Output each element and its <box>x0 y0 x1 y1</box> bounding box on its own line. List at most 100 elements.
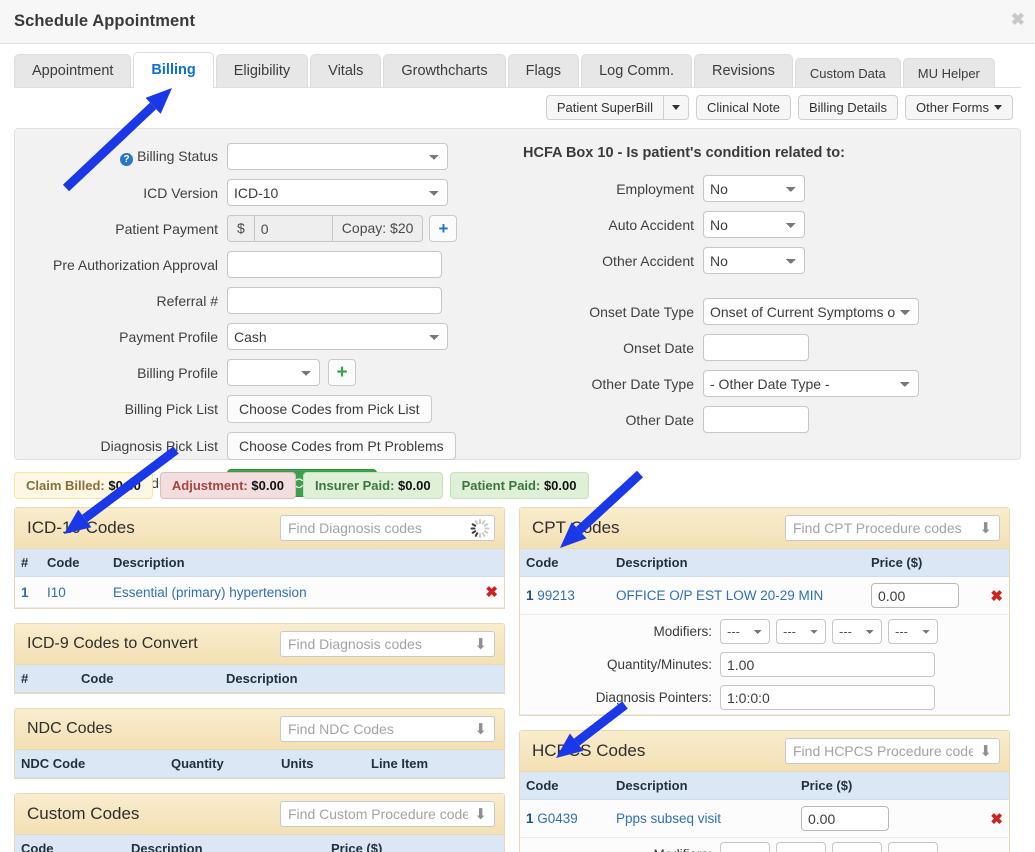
cpt-pointers-label: Diagnosis Pointers: <box>595 690 712 705</box>
dropdown-arrow-icon[interactable]: ⬇ <box>474 721 487 738</box>
icd9-search-box[interactable]: ⬇ <box>280 631 495 657</box>
tab-billing[interactable]: Billing <box>133 52 214 88</box>
table-header-row: Code Description Price ($) <box>520 772 1009 800</box>
cpt-modifier-3-select[interactable]: --- <box>832 619 882 644</box>
field-employment: Employment No <box>513 175 1008 202</box>
hcpcs-search-input[interactable] <box>786 739 999 763</box>
other-date-input[interactable] <box>703 406 809 433</box>
field-referral: Referral # <box>27 287 497 314</box>
other-accident-select[interactable]: No <box>703 247 805 274</box>
custom-search-box[interactable]: ⬇ <box>280 801 495 827</box>
icd10-search-input[interactable] <box>281 516 494 540</box>
cpt-modifier-1-select[interactable]: --- <box>720 619 770 644</box>
row-code[interactable]: 1 99213 <box>520 576 610 615</box>
employment-select[interactable]: No <box>703 175 805 202</box>
tab-vitals[interactable]: Vitals <box>310 54 382 88</box>
tab-revisions[interactable]: Revisions <box>694 54 793 88</box>
form-toolbar: Patient SuperBill Clinical Note Billing … <box>0 88 1035 128</box>
tab-eligibility[interactable]: Eligibility <box>215 54 309 88</box>
tab-mu-helper[interactable]: MU Helper <box>902 58 995 88</box>
row-number: 1 <box>15 576 41 608</box>
dropdown-arrow-icon[interactable]: ⬇ <box>474 806 487 823</box>
help-icon[interactable]: ? <box>120 152 134 166</box>
close-icon[interactable]: ✖ <box>1011 11 1025 28</box>
tab-appointment[interactable]: Appointment <box>14 54 132 88</box>
hcpcs-modifier-4-select[interactable]: --- <box>888 842 938 852</box>
delete-row-icon[interactable]: ✖ <box>990 811 1003 828</box>
row-code[interactable]: I10 <box>41 576 107 608</box>
icd-version-select[interactable]: ICD-10 <box>227 179 448 206</box>
cpt-panel-header: CPT Codes ⬇ <box>520 508 1009 549</box>
pre-auth-input[interactable] <box>227 251 442 278</box>
delete-row-icon[interactable]: ✖ <box>485 584 498 601</box>
billing-profile-select[interactable] <box>227 359 320 386</box>
payment-profile-select[interactable]: Cash <box>227 323 448 350</box>
auto-accident-select[interactable]: No <box>703 211 805 238</box>
row-code[interactable]: 1 G0439 <box>520 799 610 838</box>
icd10-search-box[interactable] <box>280 515 495 541</box>
onset-date-type-select[interactable]: Onset of Current Symptoms o <box>703 298 919 325</box>
hcpcs-modifier-1-select[interactable]: --- <box>720 842 770 852</box>
table-row[interactable]: 1 I10 Essential (primary) hypertension ✖ <box>15 576 504 608</box>
row-description[interactable]: OFFICE O/P EST LOW 20-29 MIN <box>610 576 865 615</box>
referral-input[interactable] <box>227 287 442 314</box>
cpt-search-input[interactable] <box>786 516 999 540</box>
dropdown-arrow-icon[interactable]: ⬇ <box>979 743 992 760</box>
hcpcs-modifier-2-select[interactable]: --- <box>776 842 826 852</box>
choose-codes-pick-list-button[interactable]: Choose Codes from Pick List <box>227 395 432 423</box>
patient-superbill-button[interactable]: Patient SuperBill <box>545 95 663 120</box>
hcpcs-modifier-3-select[interactable]: --- <box>832 842 882 852</box>
add-billing-profile-button[interactable]: + <box>328 359 356 386</box>
superbill-dropdown-button[interactable] <box>663 95 689 120</box>
patient-payment-input[interactable] <box>254 215 332 242</box>
col-price: Price ($) <box>865 549 979 577</box>
table-row[interactable]: 1 G0439 Ppps subseq visit ✖ <box>520 799 1009 838</box>
add-payment-button[interactable]: + <box>429 215 458 242</box>
icd9-search-input[interactable] <box>281 632 494 656</box>
billing-form-left-column: ? Billing Status ICD Version ICD-10 Patie… <box>27 141 497 497</box>
ndc-search-box[interactable]: ⬇ <box>280 716 495 742</box>
cpt-modifier-2-select[interactable]: --- <box>776 619 826 644</box>
onset-date-input[interactable] <box>703 334 809 361</box>
other-forms-button[interactable]: Other Forms <box>905 95 1013 120</box>
billing-details-button[interactable]: Billing Details <box>797 95 899 120</box>
badge-amount: $0.00 <box>398 478 431 493</box>
page-title: Schedule Appointment <box>14 12 196 30</box>
billing-status-select[interactable] <box>227 143 448 170</box>
icd10-panel-header: ICD-10 Codes <box>15 508 504 549</box>
cpt-pointers-line: Diagnosis Pointers: <box>520 681 1009 714</box>
ndc-search-input[interactable] <box>281 717 494 741</box>
cpt-pointers-input[interactable] <box>720 685 935 710</box>
diagnosis-pick-list-label: Diagnosis Pick List <box>100 438 219 454</box>
custom-search-input[interactable] <box>281 802 494 826</box>
col-actions <box>979 772 1009 800</box>
clinical-note-button[interactable]: Clinical Note <box>696 95 791 120</box>
field-onset-date: Onset Date <box>513 334 1008 361</box>
cpt-quantity-input[interactable] <box>720 652 935 677</box>
choose-codes-pt-problems-button[interactable]: Choose Codes from Pt Problems <box>227 432 456 460</box>
dropdown-arrow-icon[interactable]: ⬇ <box>979 520 992 537</box>
field-auto-accident: Auto Accident No <box>513 211 1008 238</box>
col-description: Description <box>220 665 504 693</box>
hcpcs-price-input[interactable] <box>801 806 889 831</box>
dropdown-arrow-icon[interactable]: ⬇ <box>474 636 487 653</box>
ndc-codes-table: NDC Code Quantity Units Line Item <box>15 750 504 778</box>
cpt-price-input[interactable] <box>871 583 959 608</box>
row-description[interactable]: Ppps subseq visit <box>610 799 795 838</box>
hcpcs-search-box[interactable]: ⬇ <box>785 738 1000 764</box>
tab-custom-data[interactable]: Custom Data <box>794 58 901 88</box>
tab-log-comm[interactable]: Log Comm. <box>581 54 693 88</box>
cpt-modifier-4-select[interactable]: --- <box>888 619 938 644</box>
hcpcs-codes-table: Code Description Price ($) 1 G0439 Ppps … <box>520 772 1009 838</box>
tab-flags[interactable]: Flags <box>507 54 580 88</box>
badge-amount: $0.00 <box>108 478 141 493</box>
row-description[interactable]: Essential (primary) hypertension <box>107 576 474 608</box>
cpt-search-box[interactable]: ⬇ <box>785 515 1000 541</box>
tab-growthcharts[interactable]: Growthcharts <box>383 54 506 88</box>
table-row[interactable]: 1 99213 OFFICE O/P EST LOW 20-29 MIN ✖ <box>520 576 1009 615</box>
field-payment-profile: Payment Profile Cash <box>27 323 497 350</box>
row-number: 1 <box>526 811 534 826</box>
col-code: Code <box>41 549 107 577</box>
delete-row-icon[interactable]: ✖ <box>990 588 1003 605</box>
other-date-type-select[interactable]: - Other Date Type - <box>703 370 919 397</box>
